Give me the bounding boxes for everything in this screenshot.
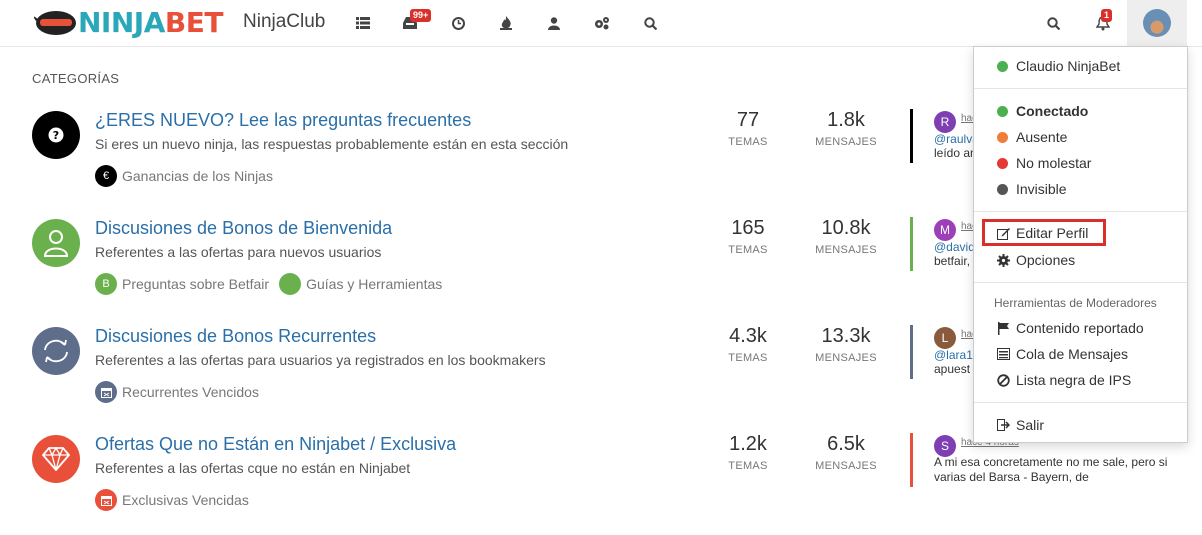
status-invisible[interactable]: Invisible <box>997 181 1067 197</box>
clock-icon[interactable] <box>449 14 467 32</box>
flag-icon <box>997 321 1010 335</box>
unread-badge: 99+ <box>410 9 432 22</box>
logo-text: NINJABET <box>78 6 223 39</box>
category-description: Referentes a las ofertas cque no están e… <box>95 460 411 476</box>
dnd-dot-icon <box>997 157 1008 169</box>
category-title[interactable]: Discusiones de Bonos Recurrentes <box>95 326 376 347</box>
category-title[interactable]: Discusiones de Bonos de Bienvenida <box>95 218 392 239</box>
posts-count: 1.8k MENSAJES <box>815 109 877 148</box>
fire-icon[interactable] <box>497 14 515 32</box>
category-title[interactable]: ¿ERES NUEVO? Lee las preguntas frecuente… <box>95 110 471 131</box>
section-title: CATEGORÍAS <box>32 71 120 86</box>
sign-out-icon <box>997 419 1010 432</box>
teaser-user[interactable]: @david <box>934 240 975 254</box>
category-description: Referentes a las ofertas para usuarios y… <box>95 352 546 368</box>
diamond-icon[interactable] <box>32 435 80 483</box>
posts-count: 10.8k MENSAJES <box>815 217 877 256</box>
user-dropdown-menu: Claudio NinjaBet Conectado Ausente No mo… <box>973 46 1188 443</box>
avatar[interactable]: L <box>934 327 956 349</box>
search-icon[interactable] <box>641 14 659 32</box>
teaser-text: A mi esa concretamente no me sale, pero … <box>934 455 1168 484</box>
avatar[interactable]: S <box>934 435 956 457</box>
posts-count: 13.3k MENSAJES <box>815 325 877 364</box>
highlight-box <box>982 219 1106 246</box>
club-title[interactable]: NinjaClub <box>243 11 325 33</box>
avatar <box>1143 9 1171 37</box>
subcategory-link[interactable]: Guías y Herramientas <box>279 273 442 295</box>
subcategory-link[interactable]: B Preguntas sobre Betfair <box>95 273 269 295</box>
search-icon-right[interactable] <box>1044 14 1062 32</box>
gear-icon <box>997 253 1010 267</box>
avatar[interactable]: R <box>934 111 956 133</box>
profile-link[interactable]: Claudio NinjaBet <box>997 58 1120 74</box>
svg-text:?: ? <box>53 129 59 142</box>
message-queue-link[interactable]: Cola de Mensajes <box>997 346 1128 362</box>
user-menu-toggle[interactable] <box>1127 0 1187 46</box>
online-dot-icon <box>997 60 1008 72</box>
circle-icon <box>279 273 302 295</box>
online-dot-icon <box>997 105 1008 117</box>
ip-blacklist-link[interactable]: Lista negra de IPS <box>997 372 1131 388</box>
category-description: Referentes a las ofertas para nuevos usu… <box>95 244 382 260</box>
question-icon[interactable]: ? <box>32 111 80 159</box>
category-description: Si eres un nuevo ninja, las respuestas p… <box>95 136 569 152</box>
subcategory-link[interactable]: Recurrentes Vencidos <box>95 381 259 403</box>
ban-icon <box>997 373 1010 387</box>
brand-logo[interactable]: NINJABET <box>34 6 223 40</box>
euro-icon: € <box>95 165 117 187</box>
away-dot-icon <box>997 131 1008 143</box>
top-navbar: NINJABET NinjaClub 99+ 1 <box>0 0 1202 47</box>
options-link[interactable]: Opciones <box>997 252 1075 268</box>
user-icon[interactable] <box>545 14 563 32</box>
logout-link[interactable]: Salir <box>997 417 1044 433</box>
topics-count: 4.3k TEMAS <box>728 325 768 364</box>
letter-b-icon: B <box>95 273 117 295</box>
subcategory-link[interactable]: € Ganancias de los Ninjas <box>95 165 273 187</box>
topics-count: 1.2k TEMAS <box>728 433 768 472</box>
reported-content-link[interactable]: Contenido reportado <box>997 320 1144 336</box>
refresh-icon[interactable] <box>32 327 80 375</box>
status-dnd[interactable]: No molestar <box>997 155 1091 171</box>
invisible-dot-icon <box>997 183 1008 195</box>
status-online[interactable]: Conectado <box>997 103 1088 119</box>
notifications-badge: 1 <box>1101 9 1113 22</box>
list-alt-icon <box>997 348 1010 361</box>
user-outline-icon[interactable] <box>32 219 80 267</box>
list-icon[interactable] <box>354 14 372 32</box>
posts-count: 6.5k MENSAJES <box>815 433 877 472</box>
topics-count: 77 TEMAS <box>728 109 768 148</box>
calendar-icon <box>95 489 117 511</box>
category-row: Ofertas Que no Están en Ninjabet / Exclu… <box>0 433 1202 535</box>
subcategory-link[interactable]: Exclusivas Vencidas <box>95 489 249 511</box>
cogs-icon[interactable] <box>593 14 611 32</box>
calendar-icon <box>95 381 117 403</box>
moderator-tools-header: Herramientas de Moderadores <box>994 296 1157 310</box>
ninja-logo-icon <box>34 11 76 35</box>
status-away[interactable]: Ausente <box>997 129 1067 145</box>
topics-count: 165 TEMAS <box>728 217 768 256</box>
category-title[interactable]: Ofertas Que no Están en Ninjabet / Exclu… <box>95 434 456 455</box>
avatar[interactable]: M <box>934 219 956 241</box>
